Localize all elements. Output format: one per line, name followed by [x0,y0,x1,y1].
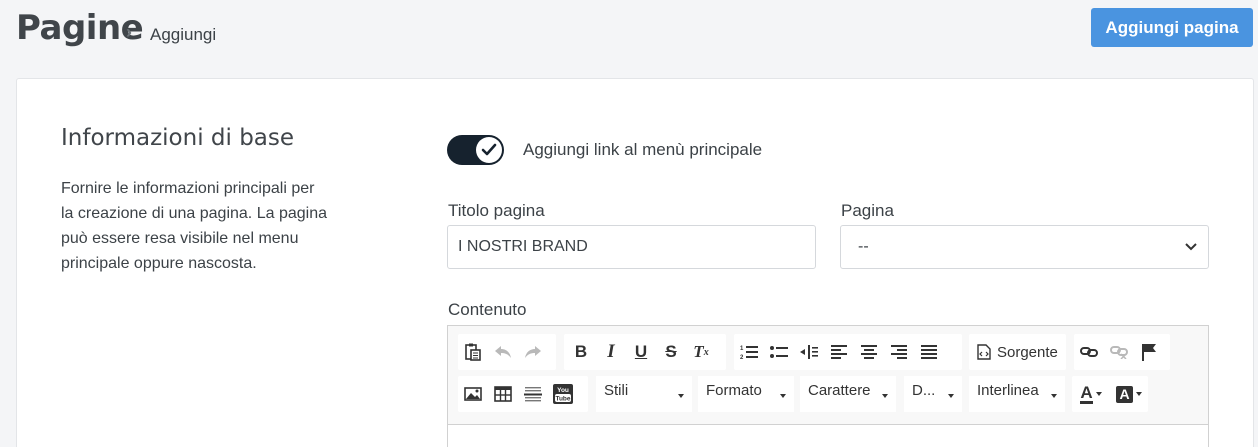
styles-label: Stili [604,382,629,399]
background-color-icon: A [1116,385,1133,403]
link-icon[interactable] [1074,337,1104,367]
align-left-icon[interactable] [824,337,854,367]
unlink-icon[interactable] [1104,337,1134,367]
format-label: Formato [706,382,762,399]
font-dropdown[interactable]: Carattere [800,376,896,412]
underline-icon[interactable]: U [626,337,656,367]
size-label: D... [912,382,936,399]
redo-icon[interactable] [518,337,548,367]
size-dropdown[interactable]: D... [904,376,962,412]
dropdown-arrow-icon [882,394,888,398]
section-title: Informazioni di base [61,125,295,151]
text-style-group: B I U S Tx [564,334,726,370]
source-button[interactable]: Sorgente [969,334,1066,370]
paragraph-group: 12 [734,334,962,370]
text-color-button[interactable]: A [1072,379,1110,409]
check-icon [476,137,502,163]
youtube-icon[interactable]: You Tube [548,379,578,409]
bold-icon[interactable]: B [566,337,596,367]
format-dropdown[interactable]: Formato [698,376,794,412]
line-height-dropdown[interactable]: Interlinea [969,376,1065,412]
bullet-list-icon[interactable] [764,337,794,367]
align-justify-icon[interactable] [914,337,944,367]
font-label: Carattere [808,382,871,399]
text-color-arrow-icon [1095,392,1102,396]
horizontal-line-icon[interactable] [518,379,548,409]
italic-icon[interactable]: I [596,337,626,367]
source-label: Sorgente [997,343,1058,361]
indent-icon[interactable] [794,337,824,367]
form-card: Informazioni di base Fornire le informaz… [16,78,1254,447]
background-color-button[interactable]: A [1110,379,1148,409]
editor-content-area[interactable] [448,424,1208,447]
page-parent-select[interactable]: -- [840,225,1209,269]
image-icon[interactable] [458,379,488,409]
page-title: Pagine [16,8,144,48]
page-parent-label: Pagina [841,201,894,220]
color-group: A A [1072,376,1148,412]
dropdown-arrow-icon [948,394,954,398]
page-title-label: Titolo pagina [448,201,545,220]
line-height-label: Interlinea [977,382,1039,399]
add-page-button[interactable]: Aggiungi pagina [1091,8,1253,47]
align-center-icon[interactable] [854,337,884,367]
breadcrumb-separator: › [126,22,132,42]
paste-icon[interactable] [458,337,488,367]
clipboard-group [458,334,556,370]
dropdown-arrow-icon [1051,394,1057,398]
page-title-input[interactable] [447,225,816,269]
numbered-list-icon[interactable]: 12 [734,337,764,367]
styles-dropdown[interactable]: Stili [596,376,692,412]
dropdown-arrow-icon [678,394,684,398]
dropdown-arrow-icon [780,394,786,398]
svg-text:You: You [557,387,569,394]
text-color-icon: A [1080,383,1093,404]
insert-group: You Tube [458,376,588,412]
chevron-down-icon [1185,243,1197,251]
link-group [1074,334,1170,370]
content-label: Contenuto [448,300,527,319]
strikethrough-icon[interactable]: S [656,337,686,367]
anchor-flag-icon[interactable] [1134,337,1164,367]
breadcrumb[interactable]: Aggiungi [150,25,216,45]
background-color-arrow-icon [1135,392,1142,396]
section-description: Fornire le informazioni principali per l… [61,180,327,272]
source-icon [977,344,991,360]
svg-text:1: 1 [740,346,744,352]
align-right-icon[interactable] [884,337,914,367]
remove-format-icon[interactable]: Tx [686,337,716,367]
main-menu-toggle-label: Aggiungi link al menù principale [523,140,763,159]
svg-text:2: 2 [740,355,744,360]
table-icon[interactable] [488,379,518,409]
main-menu-toggle[interactable] [447,135,504,165]
undo-icon[interactable] [488,337,518,367]
rich-text-editor: B I U S Tx 12 Sorgente You Tube Stili Fo… [447,325,1209,447]
page-parent-value: -- [858,238,869,255]
svg-text:Tube: Tube [555,396,570,403]
